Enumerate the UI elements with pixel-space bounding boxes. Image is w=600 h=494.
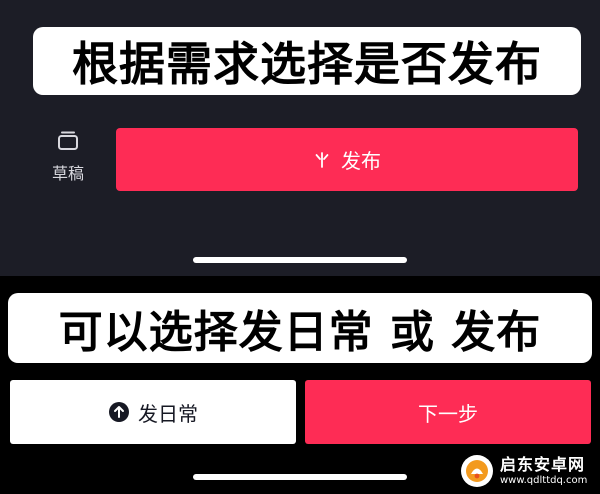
- arrow-up-circle-icon: [109, 402, 129, 422]
- watermark-logo-icon: [461, 455, 493, 487]
- draft-box-icon: [58, 131, 78, 150]
- caption-bottom: 可以选择发日常 或 发布: [8, 293, 592, 363]
- next-step-button[interactable]: 下一步: [305, 380, 591, 444]
- draft-label: 草稿: [51, 164, 84, 183]
- watermark-name: 启东安卓网: [500, 454, 586, 474]
- post-daily-button[interactable]: 发日常: [10, 380, 296, 444]
- post-daily-label: 发日常: [138, 401, 198, 426]
- home-indicator-top[interactable]: [193, 257, 407, 263]
- home-indicator-bottom[interactable]: [193, 474, 407, 480]
- watermark-url: www.qdlttdq.com: [500, 474, 588, 486]
- site-watermark: 启东安卓网 www.qdlttdq.com: [460, 452, 596, 490]
- next-step-label: 下一步: [418, 401, 478, 426]
- caption-top: 根据需求选择是否发布: [33, 27, 581, 95]
- top-screenshot: 根据需求选择是否发布 草稿 发布: [0, 0, 600, 276]
- publish-label: 发布: [341, 149, 381, 173]
- publish-button[interactable]: 发布: [116, 128, 578, 191]
- draft-button[interactable]: 草稿: [40, 128, 96, 188]
- sparkle-icon: [315, 151, 329, 168]
